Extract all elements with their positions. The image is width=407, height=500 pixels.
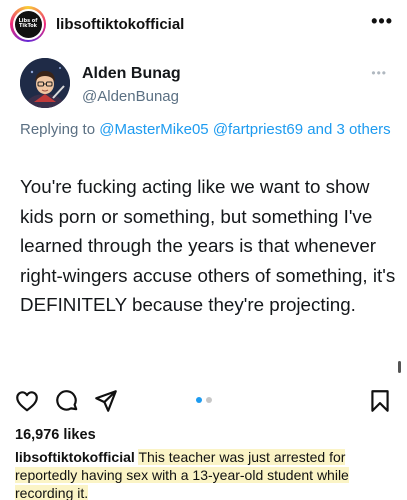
avatar-logo-text: Libs of TikTok bbox=[18, 18, 38, 29]
carousel-dot bbox=[206, 397, 212, 403]
comment-icon[interactable] bbox=[54, 388, 80, 414]
scroll-indicator bbox=[398, 361, 401, 373]
tweet-card: Alden Bunag @AldenBunag ••• Replying to … bbox=[0, 48, 407, 378]
replying-prefix: Replying to bbox=[20, 121, 96, 138]
post-header: Libs of TikTok libsoftiktokofficial ••• bbox=[0, 0, 407, 48]
tweet-handle: @AldenBunag bbox=[82, 88, 179, 105]
mention-link: @fartpriest69 bbox=[212, 121, 304, 138]
bookmark-icon[interactable] bbox=[367, 388, 393, 414]
mention-link: @MasterMike05 bbox=[99, 121, 209, 138]
carousel-dot-active bbox=[196, 397, 202, 403]
profile-avatar[interactable]: Libs of TikTok bbox=[10, 6, 46, 42]
post-caption: libsoftiktokofficial This teacher was ju… bbox=[15, 448, 397, 500]
likes-count[interactable]: 16,976 likes bbox=[15, 427, 96, 443]
tweet-display-name: Alden Bunag bbox=[82, 65, 181, 82]
tweet-more-icon: ••• bbox=[371, 66, 387, 80]
carousel-dots bbox=[196, 397, 212, 403]
caption-username[interactable]: libsoftiktokofficial bbox=[15, 449, 135, 465]
replying-to-line: Replying to @MasterMike05 @fartpriest69 … bbox=[20, 119, 395, 141]
more-options-icon[interactable]: ••• bbox=[371, 12, 393, 30]
tweet-author-avatar bbox=[20, 58, 70, 108]
mention-others: and 3 others bbox=[307, 121, 391, 138]
tweet-text: You're fucking acting like we want to sh… bbox=[20, 176, 396, 315]
heart-icon[interactable] bbox=[14, 388, 40, 414]
share-icon[interactable] bbox=[93, 388, 119, 414]
post-username[interactable]: libsoftiktokofficial bbox=[56, 16, 184, 33]
post-action-bar bbox=[0, 384, 407, 418]
